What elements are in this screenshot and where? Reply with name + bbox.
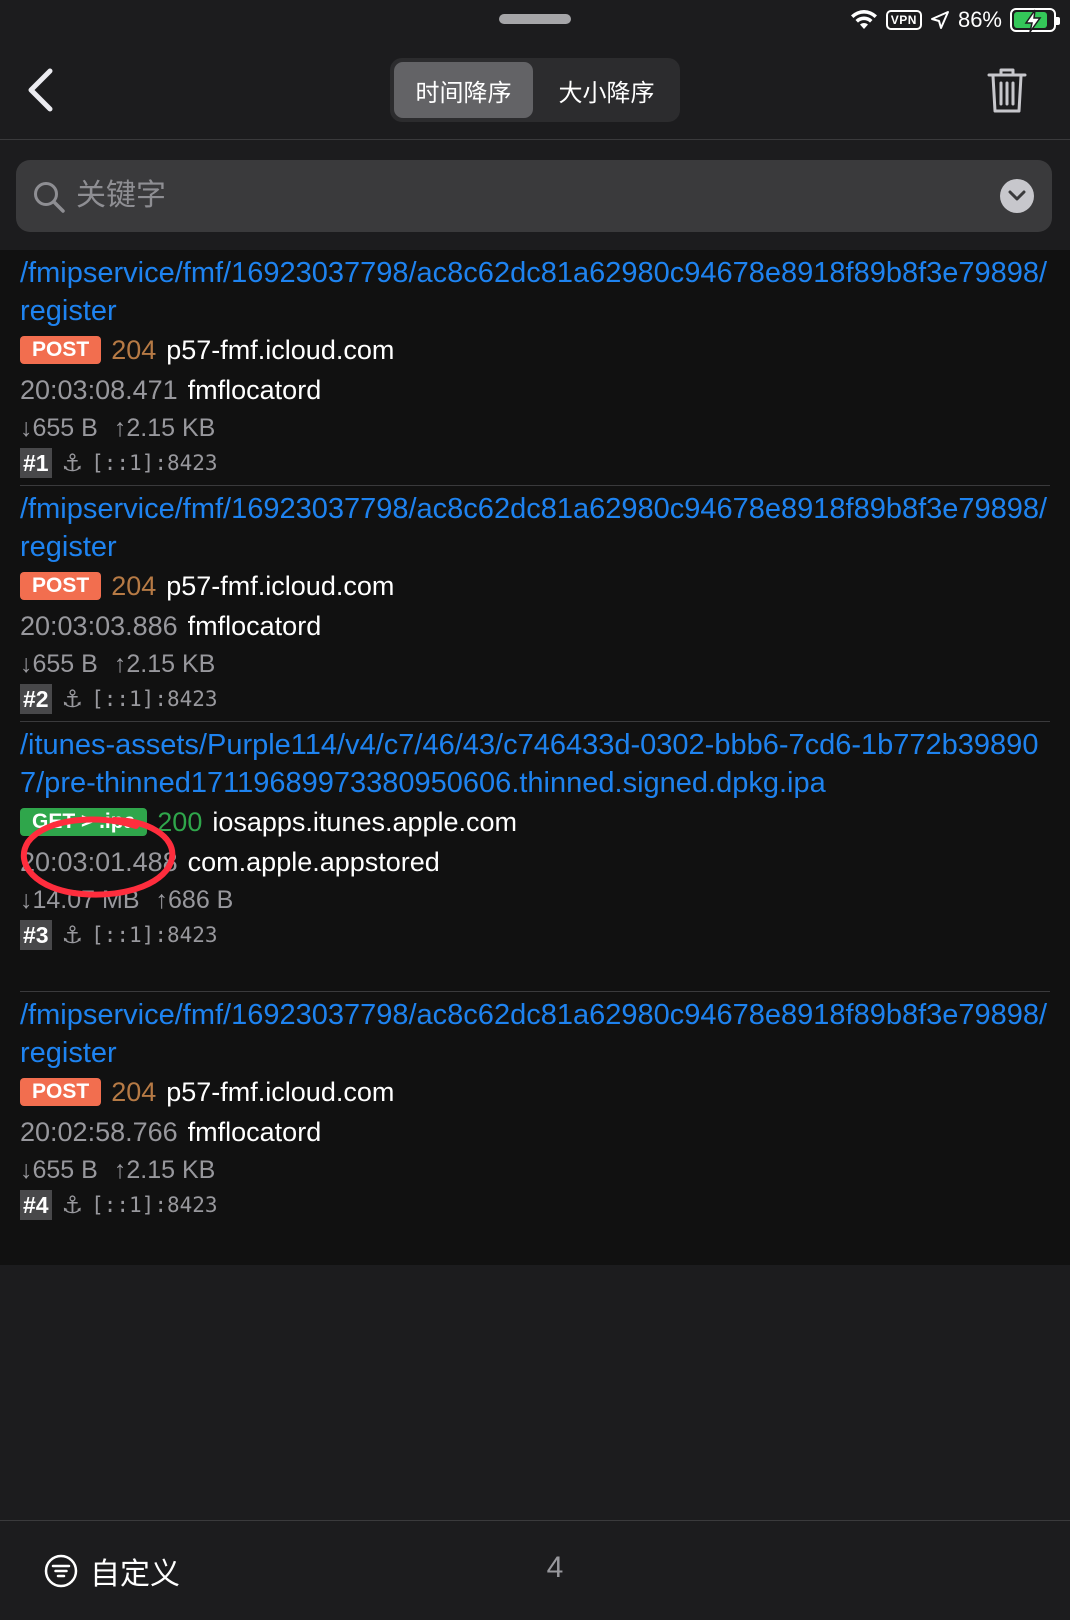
download-size: ↓655 B (20, 649, 98, 678)
status-indicators: VPN 86% (850, 6, 1060, 34)
request-row[interactable]: /fmipservice/fmf/16923037798/ac8c62dc81a… (0, 996, 1070, 1228)
bottom-toolbar: 自定义 4 (0, 1520, 1070, 1620)
sort-segmented-control: 时间降序 大小降序 (390, 58, 680, 122)
download-size: ↓655 B (20, 1155, 98, 1184)
request-host: p57-fmf.icloud.com (166, 334, 395, 365)
status-code: 204 (111, 1076, 157, 1107)
upload-size: ↑2.15 KB (113, 649, 216, 678)
back-button[interactable] (20, 64, 60, 116)
upload-size: ↑2.15 KB (113, 413, 216, 442)
search-options-button[interactable] (1000, 179, 1034, 213)
row-divider (20, 485, 1050, 486)
battery-percent: 86% (957, 7, 1002, 32)
request-index: #2 (20, 684, 52, 714)
screen: VPN 86% 时间降序 大小降序 关键字 /fmipservice/fmf/1… (0, 0, 1070, 1620)
anchor-icon: ⚓ (61, 685, 84, 713)
request-index: #4 (20, 1190, 52, 1220)
request-row[interactable]: /itunes-assets/Purple114/v4/c7/46/43/c74… (0, 726, 1070, 992)
search-input[interactable] (76, 160, 976, 232)
status-bar: VPN 86% (0, 0, 1070, 40)
home-grabber[interactable] (499, 14, 571, 24)
anchor-icon: ⚓ (61, 1191, 84, 1219)
request-process: com.apple.appstored (187, 846, 440, 877)
chevron-down-icon (1008, 190, 1026, 201)
request-row[interactable]: /fmipservice/fmf/16923037798/ac8c62dc81a… (0, 490, 1070, 722)
wifi-icon (850, 10, 877, 29)
search-icon (34, 182, 65, 213)
customize-button[interactable]: 自定义 (44, 1549, 180, 1593)
client-address: [::1]:8423 (91, 1193, 218, 1217)
download-size: ↓655 B (20, 413, 98, 442)
anchor-icon: ⚓ (61, 921, 84, 949)
method-badge: POST (20, 1078, 102, 1106)
request-time: 20:03:08.471 (20, 374, 178, 405)
request-time: 20:02:58.766 (20, 1116, 178, 1147)
request-index: #1 (20, 448, 52, 478)
search-bar (16, 160, 1052, 232)
request-index: #3 (20, 920, 52, 950)
status-code: 200 (157, 806, 203, 837)
request-row[interactable]: /fmipservice/fmf/16923037798/ac8c62dc81a… (0, 254, 1070, 486)
vpn-badge: VPN (885, 10, 922, 30)
request-process: fmflocatord (187, 374, 322, 405)
row-divider (20, 991, 1050, 992)
client-address: [::1]:8423 (91, 923, 218, 947)
anchor-icon: ⚓ (61, 449, 84, 477)
request-time: 20:03:01.488 (20, 846, 178, 877)
upload-size: ↑686 B (155, 885, 234, 914)
client-address: [::1]:8423 (91, 687, 218, 711)
request-host: iosapps.itunes.apple.com (212, 806, 518, 837)
chevron-left-icon (28, 68, 53, 112)
download-size: ↓14.07 MB (20, 885, 140, 914)
request-path: /fmipservice/fmf/16923037798/ac8c62dc81a… (20, 999, 1048, 1069)
nav-bar: 时间降序 大小降序 (0, 40, 1070, 140)
upload-size: ↑2.15 KB (113, 1155, 216, 1184)
method-badge: GET > .ipa (20, 808, 148, 836)
request-path: /fmipservice/fmf/16923037798/ac8c62dc81a… (20, 257, 1048, 327)
status-code: 204 (111, 334, 157, 365)
trash-icon (987, 68, 1027, 113)
request-process: fmflocatord (187, 1116, 322, 1147)
request-host: p57-fmf.icloud.com (166, 1076, 395, 1107)
request-path: /itunes-assets/Purple114/v4/c7/46/43/c74… (20, 729, 1039, 799)
request-list: /fmipservice/fmf/16923037798/ac8c62dc81a… (0, 250, 1070, 1265)
method-badge: POST (20, 336, 102, 364)
customize-label: 自定义 (90, 1558, 180, 1591)
request-process: fmflocatord (187, 610, 322, 641)
request-time: 20:03:03.886 (20, 610, 178, 641)
segment-time-desc[interactable]: 时间降序 (394, 62, 533, 118)
client-address: [::1]:8423 (91, 451, 218, 475)
row-divider (20, 721, 1050, 722)
segment-size-desc[interactable]: 大小降序 (537, 62, 676, 118)
battery-charging-icon (1010, 8, 1060, 33)
request-path: /fmipservice/fmf/16923037798/ac8c62dc81a… (20, 493, 1048, 563)
status-code: 204 (111, 570, 157, 601)
delete-button[interactable] (984, 62, 1030, 118)
method-badge: POST (20, 572, 102, 600)
location-arrow-icon (930, 11, 949, 29)
request-count: 4 (546, 1551, 564, 1584)
request-host: p57-fmf.icloud.com (166, 570, 395, 601)
filter-circle-icon (44, 1554, 78, 1588)
